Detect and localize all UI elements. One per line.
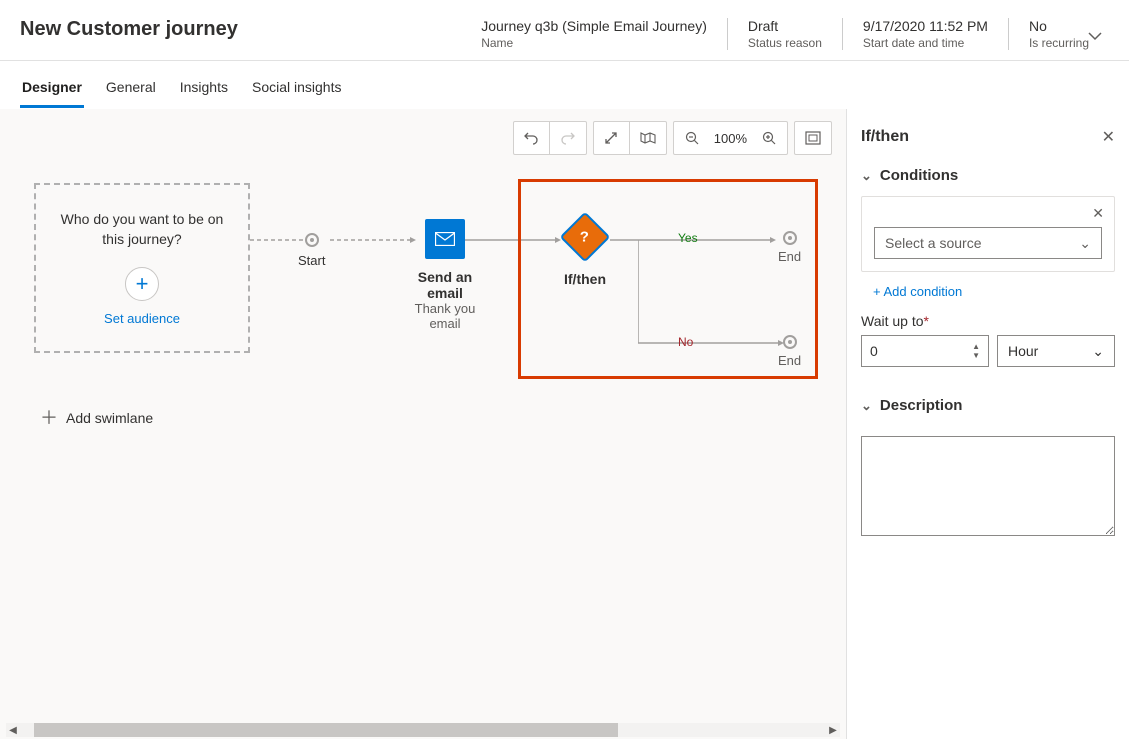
fit-screen-button[interactable] bbox=[795, 122, 831, 154]
email-icon bbox=[425, 219, 465, 259]
email-node-subtitle: Thank you email bbox=[400, 301, 490, 331]
wait-unit-dropdown[interactable]: Hour ⌄ bbox=[997, 335, 1115, 367]
canvas-toolbar: 100% bbox=[513, 121, 832, 155]
diamond-icon: ? bbox=[560, 212, 611, 263]
scroll-right-icon[interactable]: ▶ bbox=[826, 725, 840, 736]
ifthen-node-title: If/then bbox=[564, 271, 606, 287]
header-value-status: Draft bbox=[748, 18, 822, 34]
tab-insights[interactable]: Insights bbox=[178, 67, 230, 108]
add-condition-link[interactable]: + Add condition bbox=[861, 284, 1115, 299]
chevron-down-icon: ⌄ bbox=[861, 398, 872, 414]
spinner-icon[interactable]: ▲▼ bbox=[972, 343, 980, 360]
end-label-no: End bbox=[778, 353, 801, 368]
header-field-start: 9/17/2020 11:52 PM Start date and time bbox=[842, 18, 1008, 50]
wait-label: Wait up to bbox=[861, 313, 924, 329]
end-node-no[interactable]: End bbox=[778, 335, 801, 368]
remove-condition-button[interactable]: ✕ bbox=[1092, 205, 1104, 222]
redo-button[interactable] bbox=[550, 122, 586, 154]
zoom-in-button[interactable] bbox=[751, 122, 787, 154]
end-circle-icon bbox=[783, 335, 797, 349]
wait-value: 0 bbox=[870, 343, 878, 359]
panel-close-button[interactable]: ✕ bbox=[1102, 127, 1115, 147]
header-expand-button[interactable] bbox=[1087, 28, 1103, 47]
condition-card: ✕ Select a source ⌄ bbox=[861, 196, 1115, 272]
start-label: Start bbox=[298, 253, 325, 268]
header-field-status: Draft Status reason bbox=[727, 18, 842, 50]
zoom-out-button[interactable] bbox=[674, 122, 710, 154]
chevron-down-icon: ⌄ bbox=[861, 168, 872, 184]
scrollbar-thumb[interactable] bbox=[34, 723, 618, 737]
question-icon: ? bbox=[580, 228, 589, 245]
start-circle-icon bbox=[305, 233, 319, 247]
chevron-down-icon: ⌄ bbox=[1092, 343, 1104, 360]
description-textarea[interactable] bbox=[861, 436, 1115, 536]
panel-title: If/then bbox=[861, 128, 909, 146]
conditions-label: Conditions bbox=[880, 167, 958, 184]
zoom-value: 100% bbox=[710, 131, 751, 146]
designer-canvas[interactable]: 100% Who do you want to be on this journ… bbox=[0, 109, 846, 739]
plus-icon: + bbox=[136, 273, 149, 295]
audience-question: Who do you want to be on this journey? bbox=[36, 210, 248, 249]
tab-social-insights[interactable]: Social insights bbox=[250, 67, 344, 108]
start-node[interactable]: Start bbox=[298, 233, 325, 268]
tab-general[interactable]: General bbox=[104, 67, 158, 108]
audience-card[interactable]: Who do you want to be on this journey? +… bbox=[34, 183, 250, 353]
email-node-title: Send an email bbox=[400, 269, 490, 301]
zoom-control: 100% bbox=[673, 121, 788, 155]
set-audience-link[interactable]: Set audience bbox=[104, 311, 180, 326]
fit-group bbox=[794, 121, 832, 155]
header-fields: Journey q3b (Simple Email Journey) Name … bbox=[481, 18, 1109, 50]
header-value-start: 9/17/2020 11:52 PM bbox=[863, 18, 988, 34]
horizontal-scrollbar[interactable]: ◀ ▶ bbox=[6, 723, 840, 737]
wait-unit-value: Hour bbox=[1008, 343, 1038, 359]
view-group bbox=[593, 121, 667, 155]
header-label-status: Status reason bbox=[748, 36, 822, 50]
wait-up-to-field: Wait up to* 0 ▲▼ Hour ⌄ bbox=[861, 313, 1115, 367]
scroll-left-icon[interactable]: ◀ bbox=[6, 725, 20, 736]
header-label-start: Start date and time bbox=[863, 36, 988, 50]
required-indicator: * bbox=[924, 313, 929, 329]
main-area: 100% Who do you want to be on this journ… bbox=[0, 109, 1129, 739]
header-label-recurring: Is recurring bbox=[1029, 36, 1089, 50]
header-label-name: Name bbox=[481, 36, 707, 50]
end-node-yes[interactable]: End bbox=[778, 231, 801, 264]
add-audience-button[interactable]: + bbox=[125, 267, 159, 301]
end-circle-icon bbox=[783, 231, 797, 245]
chevron-down-icon: ⌄ bbox=[1079, 235, 1091, 252]
plus-icon: ＋ bbox=[40, 409, 58, 427]
select-source-placeholder: Select a source bbox=[885, 235, 982, 251]
tab-bar: Designer General Insights Social insight… bbox=[0, 67, 1129, 109]
header-value-name: Journey q3b (Simple Email Journey) bbox=[481, 18, 707, 34]
yes-branch-label: Yes bbox=[678, 231, 698, 245]
select-source-dropdown[interactable]: Select a source ⌄ bbox=[874, 227, 1102, 259]
page-title: New Customer journey bbox=[20, 18, 481, 41]
no-branch-label: No bbox=[678, 335, 693, 349]
description-label: Description bbox=[880, 397, 963, 414]
wait-value-input[interactable]: 0 ▲▼ bbox=[861, 335, 989, 367]
minimap-button[interactable] bbox=[630, 122, 666, 154]
header-field-name: Journey q3b (Simple Email Journey) Name bbox=[481, 18, 727, 50]
add-swimlane-label: Add swimlane bbox=[66, 410, 153, 426]
properties-panel: If/then ✕ ⌄ Conditions ✕ Select a source… bbox=[846, 109, 1129, 739]
header-value-recurring: No bbox=[1029, 18, 1089, 34]
end-label-yes: End bbox=[778, 249, 801, 264]
page-header: New Customer journey Journey q3b (Simple… bbox=[0, 0, 1129, 61]
undo-redo-group bbox=[513, 121, 587, 155]
tab-designer[interactable]: Designer bbox=[20, 67, 84, 108]
add-swimlane-button[interactable]: ＋ Add swimlane bbox=[40, 409, 153, 427]
conditions-section-header[interactable]: ⌄ Conditions bbox=[861, 161, 1115, 196]
fullscreen-button[interactable] bbox=[594, 122, 630, 154]
ifthen-node[interactable]: ? If/then bbox=[555, 213, 615, 287]
description-section-header[interactable]: ⌄ Description bbox=[861, 391, 1115, 426]
email-node[interactable]: Send an email Thank you email bbox=[400, 219, 490, 331]
undo-button[interactable] bbox=[514, 122, 550, 154]
